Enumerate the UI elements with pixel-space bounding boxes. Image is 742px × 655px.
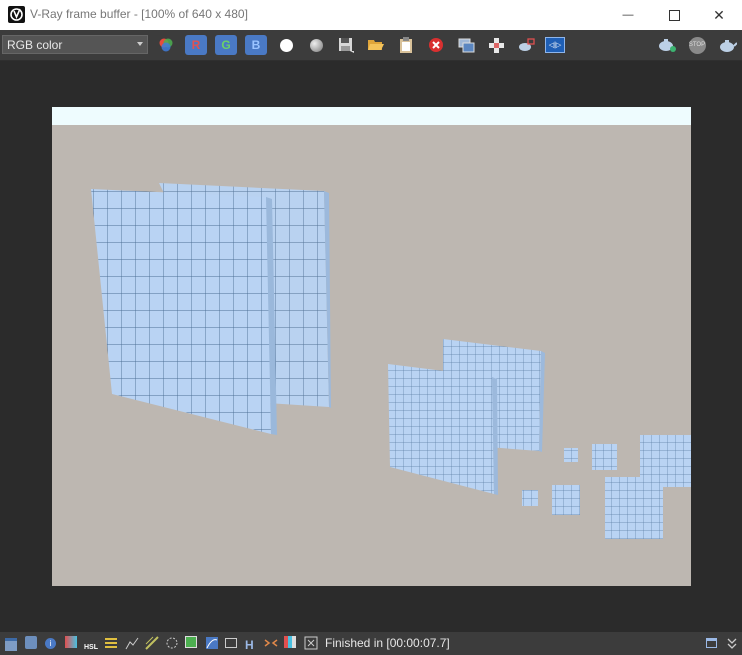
- duplicate-window-icon: [458, 38, 474, 52]
- ocio-icon[interactable]: [205, 636, 219, 650]
- close-button[interactable]: ✕: [696, 0, 742, 30]
- teapot-render-icon: [659, 39, 676, 52]
- info-button[interactable]: i: [45, 636, 59, 650]
- front-small-panel: [388, 364, 498, 495]
- white-circle-icon: [279, 38, 293, 52]
- color-correction-icon[interactable]: [65, 636, 79, 650]
- stamp-icon[interactable]: [284, 636, 298, 650]
- clear-image-button[interactable]: [425, 35, 447, 55]
- channel-dropdown[interactable]: RGB color: [2, 35, 148, 54]
- exposure-icon[interactable]: [145, 636, 159, 650]
- image-viewport[interactable]: [0, 61, 742, 632]
- minimize-button[interactable]: —: [605, 0, 651, 30]
- curve-icon[interactable]: [125, 636, 139, 650]
- blue-channel-button[interactable]: B: [245, 35, 267, 55]
- chevron-down-icon: [137, 42, 143, 46]
- save-icon: [339, 38, 354, 53]
- copy-clipboard-button[interactable]: [395, 35, 417, 55]
- red-channel-button[interactable]: R: [185, 35, 207, 55]
- red-channel-label: R: [191, 38, 201, 52]
- maximize-icon: [668, 9, 680, 21]
- history-icon[interactable]: [25, 636, 39, 650]
- srgb-icon[interactable]: [225, 636, 239, 650]
- front-large-panel: [91, 189, 277, 435]
- render-scene: [91, 183, 691, 539]
- title-bar: V-Ray frame buffer - [100% of 640 x 480]…: [0, 0, 742, 30]
- fullscreen-icon[interactable]: [706, 636, 720, 650]
- ab-compare-icon: ◁|▷: [548, 42, 562, 49]
- teapot-icon: [720, 40, 737, 52]
- gray-sphere-icon: [309, 38, 323, 52]
- load-image-button[interactable]: [365, 35, 387, 55]
- render-status: Finished in [00:00:07.7]: [325, 636, 450, 650]
- stop-icon: STOP: [688, 36, 706, 54]
- h-icon: H: [245, 638, 254, 652]
- clipboard-icon: [400, 36, 412, 53]
- region-render-button[interactable]: [515, 35, 537, 55]
- info-icon: i: [45, 638, 56, 649]
- green-channel-label: G: [221, 38, 231, 52]
- expand-down-icon[interactable]: [726, 636, 740, 650]
- hsl-icon: HSL: [84, 644, 98, 651]
- alpha-white-button[interactable]: [275, 35, 297, 55]
- minimize-icon: —: [622, 9, 634, 21]
- color-circles-icon: [159, 38, 173, 52]
- window-icon[interactable]: [5, 636, 19, 651]
- window-title: V-Ray frame buffer - [100% of 640 x 480]: [30, 7, 248, 21]
- render-button[interactable]: [656, 35, 678, 55]
- close-icon: ✕: [713, 6, 725, 23]
- pan-icon[interactable]: [264, 636, 278, 650]
- monochrome-button[interactable]: [305, 35, 327, 55]
- lut-icon[interactable]: [185, 636, 199, 650]
- render-last-button[interactable]: [716, 35, 738, 55]
- small-cubes: [522, 435, 691, 539]
- teapot-region-icon: [519, 38, 535, 51]
- levels-icon[interactable]: [105, 636, 119, 650]
- ab-compare-button[interactable]: ◁|▷: [545, 37, 565, 53]
- crosshair-region-icon: [488, 37, 504, 53]
- lens-effects-icon[interactable]: [165, 636, 179, 650]
- duplicate-vfb-button[interactable]: [455, 35, 477, 55]
- channel-value: RGB color: [7, 38, 63, 52]
- color-channels-button[interactable]: [155, 35, 177, 55]
- toolbar: RGB color R G B ◁|▷ STOP: [0, 30, 742, 61]
- folder-open-icon: [368, 40, 384, 50]
- track-mouse-button[interactable]: [485, 35, 507, 55]
- rendered-image: [52, 107, 691, 586]
- status-bar: i HSL H Finished in [00:00:07.7]: [0, 632, 742, 655]
- stop-render-button[interactable]: STOP: [686, 35, 708, 55]
- vray-logo-icon: [8, 6, 25, 23]
- save-image-button[interactable]: [335, 35, 357, 55]
- h-button[interactable]: H: [245, 636, 259, 652]
- hsl-button[interactable]: HSL: [84, 636, 100, 651]
- maximize-button[interactable]: [651, 0, 697, 30]
- clear-x-icon: [429, 38, 443, 52]
- green-channel-button[interactable]: G: [215, 35, 237, 55]
- settings-icon[interactable]: [304, 636, 318, 650]
- blue-channel-label: B: [251, 38, 261, 52]
